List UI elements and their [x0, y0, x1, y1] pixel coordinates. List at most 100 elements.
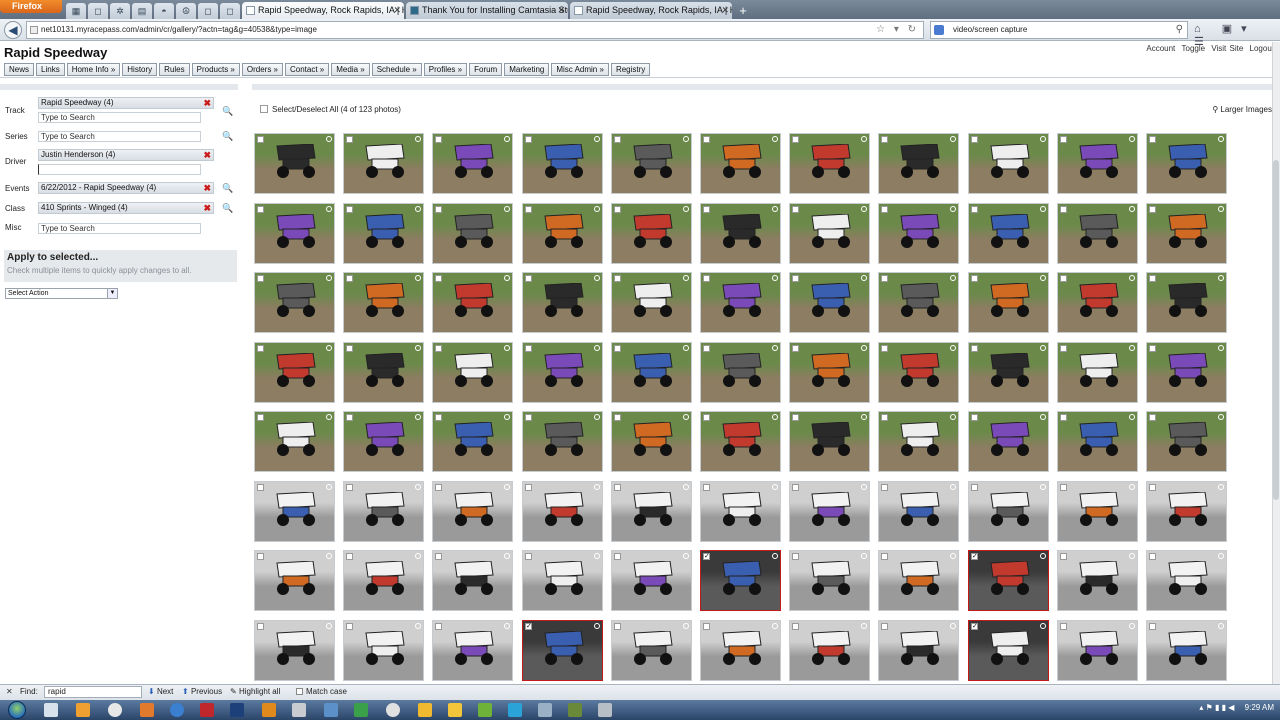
photo-thumbnail[interactable] [343, 550, 424, 611]
photo-thumbnail[interactable] [343, 272, 424, 333]
photo-thumbnail[interactable] [700, 133, 781, 194]
zoom-icon[interactable] [950, 136, 956, 142]
select-all[interactable]: Select/Deselect All (4 of 123 photos) [260, 105, 401, 114]
photo-thumbnail[interactable] [700, 272, 781, 333]
photo-checkbox[interactable] [257, 136, 264, 143]
photo-thumbnail[interactable] [611, 133, 692, 194]
nav-schedule[interactable]: Schedule » [371, 63, 422, 76]
photo-checkbox[interactable] [525, 275, 532, 282]
photo-thumbnail[interactable] [968, 411, 1049, 472]
zoom-icon[interactable] [415, 275, 421, 281]
nav-products[interactable]: Products » [191, 63, 240, 76]
photo-thumbnail[interactable] [878, 272, 959, 333]
photo-thumbnail[interactable] [700, 203, 781, 264]
illustrator-icon[interactable] [262, 703, 276, 717]
find-previous-button[interactable]: ⬆ Previous [182, 685, 222, 699]
zoom-icon[interactable] [504, 414, 510, 420]
photo-thumbnail[interactable] [254, 620, 335, 681]
zoom-icon[interactable] [1129, 345, 1135, 351]
visit-site-link[interactable]: Visit Site [1211, 44, 1243, 53]
photo-thumbnail[interactable] [432, 481, 513, 542]
photo-thumbnail[interactable] [968, 272, 1049, 333]
nav-contact[interactable]: Contact » [285, 63, 330, 76]
photo-checkbox[interactable] [881, 414, 888, 421]
photo-checkbox[interactable]: ✓ [971, 553, 978, 560]
zoom-icon[interactable] [1040, 345, 1046, 351]
zoom-icon[interactable] [950, 553, 956, 559]
photo-thumbnail[interactable] [611, 550, 692, 611]
chevron-down-icon[interactable]: ▼ [107, 289, 117, 298]
nav-orders[interactable]: Orders » [241, 63, 283, 76]
photo-thumbnail[interactable] [432, 133, 513, 194]
photo-checkbox[interactable] [881, 623, 888, 630]
app-icon[interactable] [598, 703, 612, 717]
app-icon[interactable] [538, 703, 552, 717]
zoom-icon[interactable] [1218, 484, 1224, 490]
skype-icon[interactable] [508, 703, 522, 717]
photo-thumbnail[interactable] [1146, 481, 1227, 542]
photo-checkbox[interactable] [703, 206, 710, 213]
photo-thumbnail[interactable] [522, 481, 603, 542]
zoom-icon[interactable] [1218, 553, 1224, 559]
zoom-icon[interactable] [326, 345, 332, 351]
photo-checkbox[interactable] [346, 345, 353, 352]
photo-checkbox[interactable] [257, 553, 264, 560]
photo-thumbnail[interactable] [1146, 411, 1227, 472]
nav-history[interactable]: History [122, 63, 158, 76]
photo-checkbox[interactable] [435, 275, 442, 282]
photo-checkbox[interactable] [257, 623, 264, 630]
photo-checkbox[interactable]: ✓ [971, 623, 978, 630]
photo-thumbnail[interactable] [1057, 411, 1138, 472]
photo-thumbnail[interactable] [878, 550, 959, 611]
excel-icon[interactable] [354, 703, 368, 717]
photo-checkbox[interactable] [792, 623, 799, 630]
photo-thumbnail[interactable] [611, 342, 692, 403]
nav-forum[interactable]: Forum [469, 63, 503, 76]
photo-thumbnail[interactable] [878, 481, 959, 542]
zoom-icon[interactable] [861, 206, 867, 212]
photo-checkbox[interactable] [703, 484, 710, 491]
photo-checkbox[interactable] [971, 206, 978, 213]
browser-tab-3[interactable]: Rapid Speedway, Rock Rapids, IA | He... … [570, 2, 732, 19]
zoom-icon[interactable] [326, 623, 332, 629]
nav-registry[interactable]: Registry [610, 63, 651, 76]
photo-thumbnail[interactable] [968, 133, 1049, 194]
photo-checkbox[interactable] [346, 414, 353, 421]
photo-thumbnail[interactable] [254, 550, 335, 611]
zoom-icon[interactable] [504, 484, 510, 490]
zoom-icon[interactable] [772, 206, 778, 212]
photo-thumbnail[interactable] [611, 481, 692, 542]
photo-thumbnail[interactable] [1146, 620, 1227, 681]
photo-thumbnail[interactable] [1057, 620, 1138, 681]
photo-thumbnail[interactable] [789, 272, 870, 333]
zoom-icon[interactable] [504, 206, 510, 212]
photo-checkbox[interactable] [881, 484, 888, 491]
zoom-icon[interactable] [1040, 275, 1046, 281]
remove-class-icon[interactable]: ✖ [203, 203, 211, 213]
photo-thumbnail[interactable] [1057, 550, 1138, 611]
zoom-icon[interactable] [415, 484, 421, 490]
photo-checkbox[interactable] [792, 136, 799, 143]
zoom-icon[interactable] [1129, 275, 1135, 281]
photo-thumbnail[interactable] [700, 411, 781, 472]
site-identity-icon[interactable] [30, 26, 38, 34]
photo-checkbox[interactable] [525, 345, 532, 352]
track-search-input[interactable]: Type to Search [38, 112, 201, 123]
zoom-icon[interactable] [504, 345, 510, 351]
zoom-icon[interactable] [594, 206, 600, 212]
zoom-icon[interactable] [950, 275, 956, 281]
zoom-icon[interactable] [1040, 136, 1046, 142]
photo-thumbnail[interactable] [611, 272, 692, 333]
photo-thumbnail[interactable] [254, 481, 335, 542]
zoom-icon[interactable] [861, 553, 867, 559]
folder-icon[interactable] [418, 703, 432, 717]
photo-checkbox[interactable] [525, 553, 532, 560]
match-case-toggle[interactable]: Match case [296, 685, 347, 699]
photo-checkbox[interactable] [703, 136, 710, 143]
zoom-icon[interactable] [1218, 136, 1224, 142]
photo-thumbnail[interactable] [611, 203, 692, 264]
zoom-icon[interactable] [1040, 206, 1046, 212]
photo-thumbnail[interactable] [254, 133, 335, 194]
photo-thumbnail[interactable] [432, 620, 513, 681]
nav-rules[interactable]: Rules [159, 63, 190, 76]
